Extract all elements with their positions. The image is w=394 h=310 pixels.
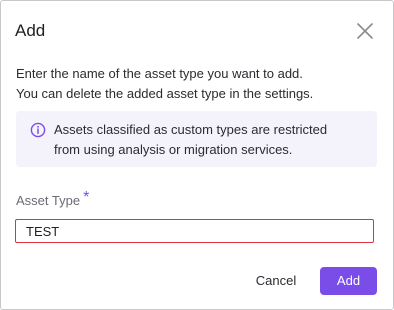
description-line-1: Enter the name of the asset type you wan… [16, 66, 303, 81]
info-icon [30, 122, 46, 138]
required-marker: * [83, 189, 90, 206]
asset-type-input[interactable] [15, 219, 374, 243]
info-line-1: Assets classified as custom types are re… [54, 122, 328, 137]
info-line-2: from using analysis or migration service… [54, 142, 293, 157]
asset-type-label-text: Asset Type [16, 193, 81, 208]
info-text: Assets classified as custom types are re… [54, 120, 327, 160]
add-button[interactable]: Add [320, 267, 377, 295]
dialog-title: Add [15, 21, 46, 40]
add-asset-type-dialog: Add Enter the name of the asset type you… [0, 0, 394, 310]
dialog-description: Enter the name of the asset type you wan… [16, 64, 313, 104]
description-line-2: You can delete the added asset type in t… [16, 86, 314, 101]
info-notice: Assets classified as custom types are re… [16, 111, 377, 167]
close-icon[interactable] [355, 21, 375, 41]
asset-type-label: Asset Type * [16, 189, 90, 210]
cancel-button[interactable]: Cancel [245, 267, 307, 295]
